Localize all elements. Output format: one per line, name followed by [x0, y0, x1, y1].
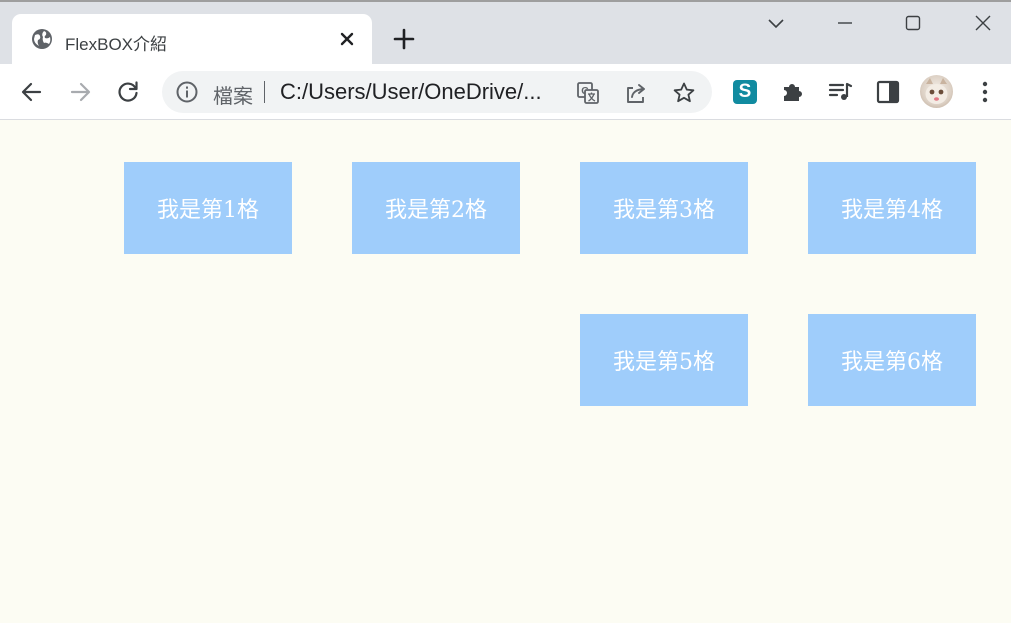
reload-icon[interactable] — [114, 78, 142, 106]
chip-separator — [264, 81, 265, 103]
tab-search-chevron-icon[interactable] — [762, 10, 790, 36]
flex-item-label: 我是第4格 — [841, 198, 943, 223]
minimize-icon[interactable] — [831, 10, 859, 36]
url-text[interactable]: C:/Users/User/OneDrive/... — [280, 79, 542, 105]
bookmark-star-icon[interactable] — [671, 80, 697, 106]
more-menu-icon[interactable] — [971, 78, 999, 106]
flex-item-label: 我是第1格 — [157, 198, 259, 223]
translate-icon[interactable]: G — [575, 80, 601, 106]
extension-s-label: S — [738, 81, 752, 102]
extensions-puzzle-icon[interactable] — [779, 78, 807, 106]
globe-icon — [32, 29, 52, 49]
tab-flexbox[interactable]: FlexBOX介紹 — [12, 14, 372, 64]
share-icon[interactable] — [623, 80, 649, 106]
address-bar[interactable]: 檔案 C:/Users/User/OneDrive/... G — [162, 71, 712, 113]
site-info-icon[interactable] — [175, 80, 199, 104]
flex-item-2: 我是第2格 — [352, 162, 520, 254]
back-arrow-icon[interactable] — [18, 78, 46, 106]
flex-item-label: 我是第3格 — [613, 198, 715, 223]
forward-arrow-icon[interactable] — [66, 78, 94, 106]
close-window-icon[interactable] — [969, 10, 997, 36]
new-tab-icon[interactable] — [391, 26, 417, 52]
flex-item-label: 我是第5格 — [613, 350, 715, 375]
browser-toolbar: 檔案 C:/Users/User/OneDrive/... G S — [0, 64, 1011, 120]
close-tab-icon[interactable] — [336, 28, 358, 50]
flex-item-label: 我是第2格 — [385, 198, 487, 223]
flex-item-6: 我是第6格 — [808, 314, 976, 406]
flex-item-label: 我是第6格 — [841, 350, 943, 375]
page-content: 我是第1格 我是第2格 我是第3格 我是第4格 我是第5格 我是第6格 — [0, 121, 1011, 623]
flex-item-5: 我是第5格 — [580, 314, 748, 406]
flex-item-3: 我是第3格 — [580, 162, 748, 254]
cat-avatar-icon — [925, 78, 948, 104]
window-top-border — [0, 0, 1011, 2]
media-control-icon[interactable] — [826, 78, 854, 106]
tab-title: FlexBOX介紹 — [65, 35, 168, 54]
extension-s-icon[interactable]: S — [733, 80, 757, 104]
maximize-icon[interactable] — [899, 10, 927, 36]
profile-avatar[interactable] — [920, 75, 953, 108]
tab-strip: FlexBOX介紹 — [0, 0, 1011, 64]
security-chip-label: 檔案 — [213, 86, 253, 108]
flex-item-1: 我是第1格 — [124, 162, 292, 254]
side-panel-icon[interactable] — [874, 78, 902, 106]
flex-item-4: 我是第4格 — [808, 162, 976, 254]
